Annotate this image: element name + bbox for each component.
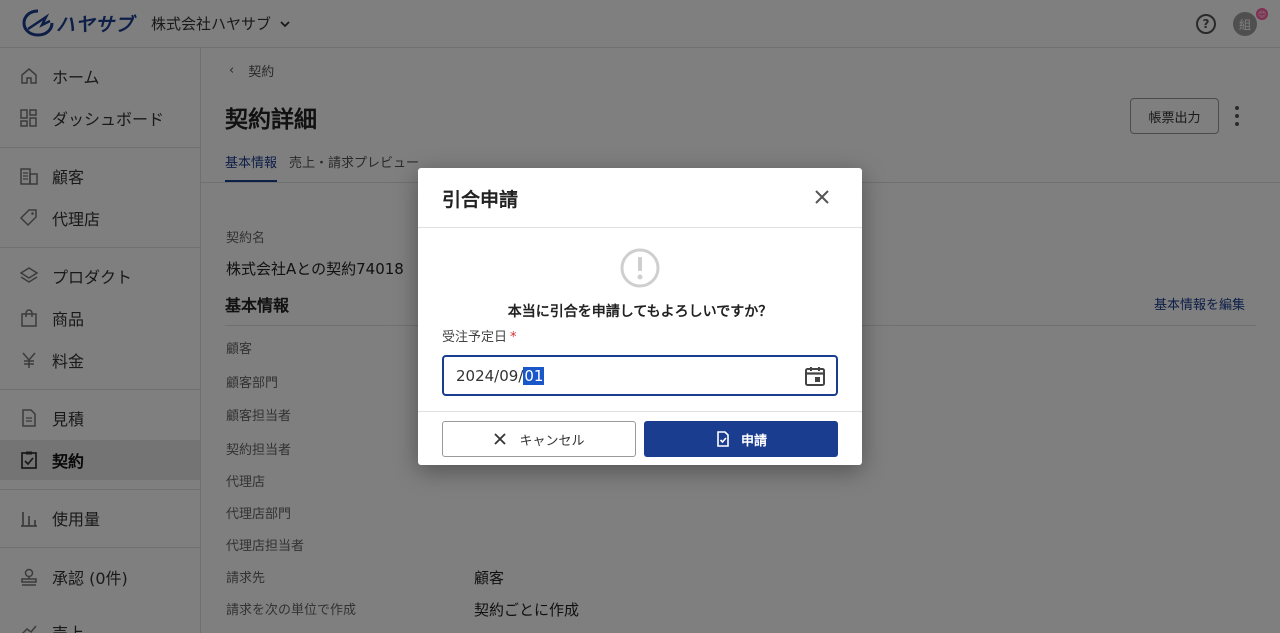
date-selected-day: 01 xyxy=(523,367,545,385)
expected-order-date-input[interactable]: 2024/09/01 xyxy=(442,355,838,396)
dialog-header-divider xyxy=(418,227,862,228)
submit-button[interactable]: 申請 xyxy=(644,421,838,457)
calendar-icon[interactable] xyxy=(803,364,827,388)
document-check-icon xyxy=(717,431,729,447)
expected-order-date-label: 受注予定日 * xyxy=(442,326,517,345)
close-icon xyxy=(494,433,507,445)
dialog-title: 引合申請 xyxy=(442,189,519,211)
cancel-button[interactable]: キャンセル xyxy=(442,421,636,457)
warning-icon xyxy=(620,248,660,288)
cancel-button-label: キャンセル xyxy=(519,432,585,448)
required-mark: * xyxy=(510,330,517,345)
dialog-footer-divider xyxy=(418,411,862,412)
date-label-text: 受注予定日 xyxy=(442,330,508,345)
submit-button-label: 申請 xyxy=(740,432,767,448)
confirmation-message: 本当に引合を申請してもよろしいですか？ xyxy=(507,304,773,320)
close-icon[interactable] xyxy=(812,187,832,207)
date-prefix: 2024/09/ xyxy=(456,367,524,385)
date-value: 2024/09/01 xyxy=(456,367,545,385)
inquiry-request-dialog: 引合申請 本当に引合を申請してもよろしいですか？ 受注予定日 * 2024/09/… xyxy=(418,168,862,465)
